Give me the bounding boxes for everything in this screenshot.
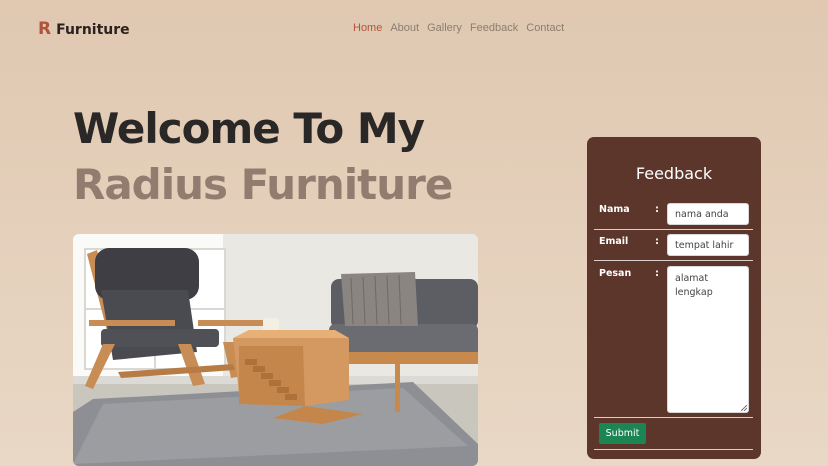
email-label: Email	[599, 236, 629, 247]
navbar: R Furniture Home About Gallery Feedback …	[0, 0, 828, 58]
feedback-form: Feedback Nama : Email : Pesan : Submit	[587, 137, 761, 459]
hero-heading-line2: Radius Furniture	[73, 160, 453, 209]
resize-handle-icon[interactable]	[741, 405, 747, 411]
brand-name: Furniture	[56, 22, 130, 38]
email-input[interactable]	[667, 234, 749, 256]
nav-about-link[interactable]: About	[390, 22, 419, 34]
email-colon: :	[655, 236, 659, 247]
furniture-room-illustration	[73, 234, 478, 466]
brand-logo[interactable]: R Furniture	[38, 19, 130, 39]
name-label: Nama	[599, 204, 630, 215]
message-label: Pesan	[599, 268, 632, 279]
divider	[594, 449, 753, 450]
divider	[594, 260, 753, 261]
hero-photo	[73, 234, 478, 466]
submit-button[interactable]: Submit	[599, 423, 646, 444]
nav-home-link[interactable]: Home	[353, 22, 382, 34]
divider	[594, 417, 753, 418]
name-colon: :	[655, 204, 659, 215]
nav-gallery-link[interactable]: Gallery	[427, 22, 462, 34]
nav-feedback-link[interactable]: Feedback	[470, 22, 518, 34]
brand-letter: R	[38, 19, 52, 39]
main-nav: Home About Gallery Feedback Contact	[353, 22, 564, 34]
message-textarea[interactable]	[667, 266, 749, 413]
name-input[interactable]	[667, 203, 749, 225]
message-colon: :	[655, 268, 659, 279]
feedback-form-title: Feedback	[635, 164, 713, 183]
divider	[594, 229, 753, 230]
nav-contact-link[interactable]: Contact	[526, 22, 564, 34]
hero-heading-line1: Welcome To My	[73, 104, 425, 153]
